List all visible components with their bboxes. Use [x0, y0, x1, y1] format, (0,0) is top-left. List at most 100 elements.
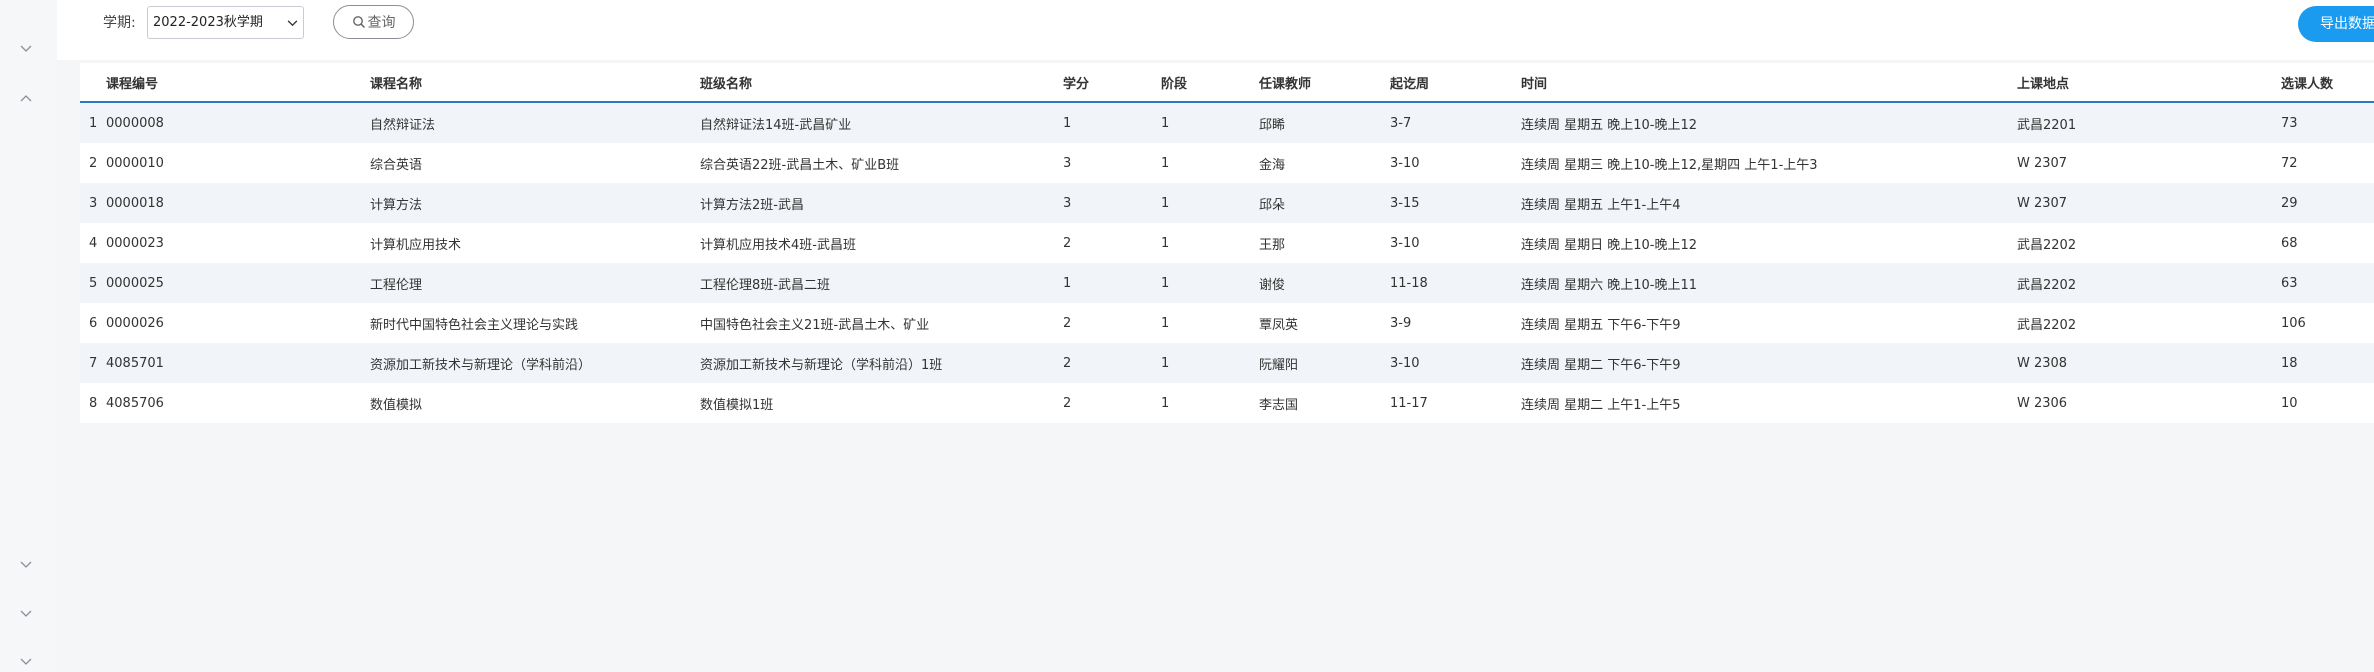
table-cell: 连续周 星期五 晚上10-晚上12	[1521, 102, 2017, 143]
export-button[interactable]: 导出数据	[2298, 6, 2374, 42]
row-index: 1	[80, 102, 106, 143]
chevron-up-icon[interactable]	[19, 91, 33, 105]
table-cell: 连续周 星期日 晚上10-晚上12	[1521, 223, 2017, 263]
table-row[interactable]: 1 0000008 自然辩证法 自然辩证法14班-武昌矿业 1 1 邱睎 3-7 连续周 星期五…	[80, 102, 2374, 143]
table-cell: W 2308	[2017, 343, 2281, 383]
toolbar: 学期: 2022-2023秋学期 查询 导出数据	[57, 0, 2374, 60]
column-header[interactable]: 时间	[1521, 63, 2017, 103]
table-cell: 王那	[1259, 223, 1390, 263]
table-cell: 李志国	[1259, 383, 1390, 423]
table-cell: 综合英语	[370, 143, 700, 183]
table-cell: W 2306	[2017, 383, 2281, 423]
table-cell: 3-10	[1390, 223, 1521, 263]
table-cell: 谢俊	[1259, 263, 1390, 303]
course-table: 课程编号 课程名称 班级名称 学分 阶段 任课教师 起讫周 时间 上课地点 选课…	[80, 63, 2374, 423]
table-cell: 1	[1161, 263, 1259, 303]
main-content: 学期: 2022-2023秋学期 查询 导出数据 课程编号 课程名称 班级名称 …	[57, 0, 2374, 672]
table-cell: 计算方法	[370, 183, 700, 223]
table-cell: 2	[1063, 383, 1161, 423]
column-header[interactable]: 选课人数	[2281, 63, 2374, 103]
table-cell: 4085706	[106, 383, 370, 423]
table-cell: 0000026	[106, 303, 370, 343]
query-button-label: 查询	[367, 15, 396, 31]
column-header[interactable]: 课程名称	[370, 63, 700, 103]
table-row[interactable]: 6 0000026 新时代中国特色社会主义理论与实践 中国特色社会主义21班-武昌土木…	[80, 303, 2374, 343]
row-index: 4	[80, 223, 106, 263]
row-index: 6	[80, 303, 106, 343]
table-cell: 3-15	[1390, 183, 1521, 223]
table-cell: 数值模拟1班	[700, 383, 1063, 423]
table-cell: 阮耀阳	[1259, 343, 1390, 383]
column-header[interactable]: 学分	[1063, 63, 1161, 103]
table-cell: 1	[1161, 102, 1259, 143]
table-cell: 11-17	[1390, 383, 1521, 423]
table-row[interactable]: 5 0000025 工程伦理 工程伦理8班-武昌二班 1 1 谢俊 11-18 连续周 星期六 …	[80, 263, 2374, 303]
table-cell: 武昌2202	[2017, 303, 2281, 343]
table-cell: 106	[2281, 303, 2374, 343]
chevron-down-icon[interactable]	[19, 558, 33, 572]
table-cell: 0000025	[106, 263, 370, 303]
table-cell: 计算机应用技术	[370, 223, 700, 263]
table-cell: 1	[1063, 102, 1161, 143]
table-cell: 工程伦理	[370, 263, 700, 303]
column-header[interactable]: 起讫周	[1390, 63, 1521, 103]
row-index: 5	[80, 263, 106, 303]
table-cell: 连续周 星期六 晚上10-晚上11	[1521, 263, 2017, 303]
table-cell: 工程伦理8班-武昌二班	[700, 263, 1063, 303]
column-header[interactable]: 班级名称	[700, 63, 1063, 103]
term-select[interactable]: 2022-2023秋学期	[147, 6, 304, 39]
table-cell: 3-7	[1390, 102, 1521, 143]
table-cell: 计算方法2班-武昌	[700, 183, 1063, 223]
table-cell: 1	[1161, 183, 1259, 223]
chevron-down-icon[interactable]	[19, 42, 33, 56]
table-cell: 3	[1063, 183, 1161, 223]
column-header[interactable]: 课程编号	[106, 63, 370, 103]
table-row[interactable]: 7 4085701 资源加工新技术与新理论（学科前沿） 资源加工新技术与新理论（学科前…	[80, 343, 2374, 383]
column-header[interactable]: 阶段	[1161, 63, 1259, 103]
table-cell: 连续周 星期五 下午6-下午9	[1521, 303, 2017, 343]
chevron-down-icon[interactable]	[19, 607, 33, 621]
table-cell: 72	[2281, 143, 2374, 183]
chevron-down-icon[interactable]	[19, 655, 33, 669]
table-cell: 邱朵	[1259, 183, 1390, 223]
table-cell: 武昌2202	[2017, 263, 2281, 303]
table-cell: 73	[2281, 102, 2374, 143]
table-cell: 0000023	[106, 223, 370, 263]
table-cell: 连续周 星期五 上午1-上午4	[1521, 183, 2017, 223]
table-cell: 2	[1063, 343, 1161, 383]
table-cell: W 2307	[2017, 143, 2281, 183]
table-cell: 2	[1063, 303, 1161, 343]
table-row[interactable]: 8 4085706 数值模拟 数值模拟1班 2 1 李志国 11-17 连续周 星期二 上午1-…	[80, 383, 2374, 423]
table-header-row: 课程编号 课程名称 班级名称 学分 阶段 任课教师 起讫周 时间 上课地点 选课…	[80, 63, 2374, 103]
table-cell: 10	[2281, 383, 2374, 423]
table-cell: 武昌2201	[2017, 102, 2281, 143]
table-cell: 自然辩证法14班-武昌矿业	[700, 102, 1063, 143]
table-cell: 新时代中国特色社会主义理论与实践	[370, 303, 700, 343]
column-header[interactable]: 任课教师	[1259, 63, 1390, 103]
table-cell: 29	[2281, 183, 2374, 223]
sidebar	[0, 0, 58, 672]
table-cell: 连续周 星期三 晚上10-晚上12,星期四 上午1-上午3	[1521, 143, 2017, 183]
table-cell: 武昌2202	[2017, 223, 2281, 263]
table-cell: 3	[1063, 143, 1161, 183]
table-cell: 自然辩证法	[370, 102, 700, 143]
table-cell: 计算机应用技术4班-武昌班	[700, 223, 1063, 263]
chevron-down-icon	[285, 16, 299, 30]
table-row[interactable]: 4 0000023 计算机应用技术 计算机应用技术4班-武昌班 2 1 王那 3-10 连续周 …	[80, 223, 2374, 263]
query-button[interactable]: 查询	[333, 5, 414, 39]
table-cell: 1	[1161, 303, 1259, 343]
search-icon	[352, 15, 366, 29]
column-header	[80, 63, 106, 103]
table-cell: 金海	[1259, 143, 1390, 183]
table-cell: 3-10	[1390, 343, 1521, 383]
table-cell: 综合英语22班-武昌土木、矿业B班	[700, 143, 1063, 183]
table-cell: 0000010	[106, 143, 370, 183]
table-row[interactable]: 3 0000018 计算方法 计算方法2班-武昌 3 1 邱朵 3-15 连续周 星期五 上午1…	[80, 183, 2374, 223]
table-cell: 63	[2281, 263, 2374, 303]
table-row[interactable]: 2 0000010 综合英语 综合英语22班-武昌土木、矿业B班 3 1 金海 3-10 连续周…	[80, 143, 2374, 183]
column-header[interactable]: 上课地点	[2017, 63, 2281, 103]
term-label: 学期:	[103, 15, 136, 31]
table-cell: 1	[1161, 143, 1259, 183]
table-cell: 3-10	[1390, 143, 1521, 183]
table-cell: 中国特色社会主义21班-武昌土木、矿业	[700, 303, 1063, 343]
